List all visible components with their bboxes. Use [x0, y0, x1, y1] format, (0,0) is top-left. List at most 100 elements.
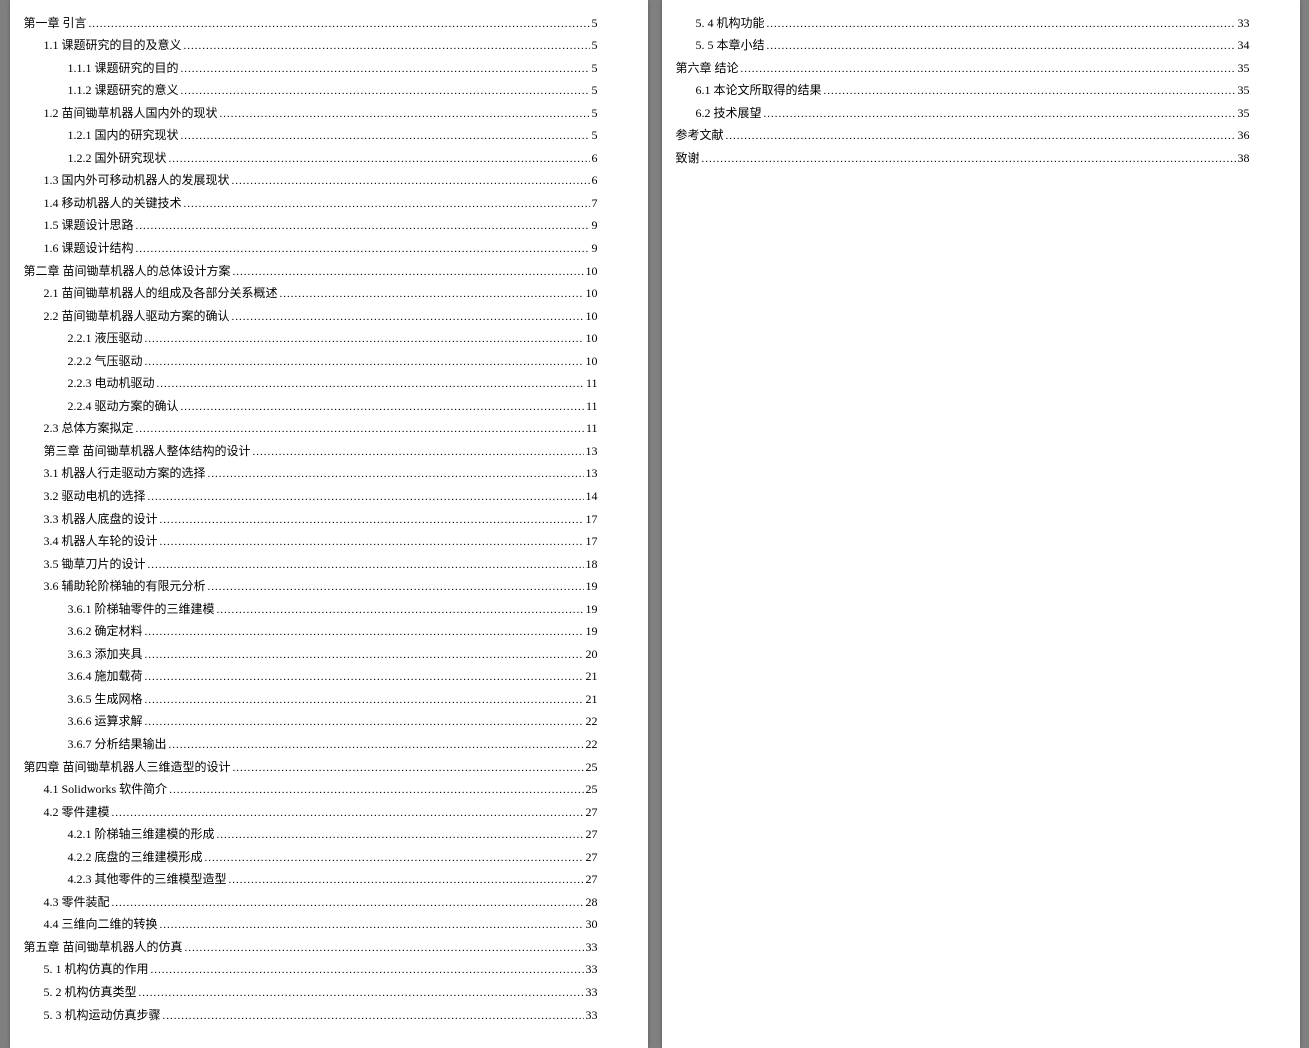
toc-page-number: 35 [1238, 104, 1250, 123]
toc-leader-dots [160, 510, 584, 529]
toc-title: 1.2.2 国外研究现状 [68, 149, 167, 168]
toc-entry: 2.3 总体方案拟定 11 [22, 419, 598, 438]
toc-leader-dots [229, 870, 584, 889]
toc-entry: 2.1 苗间锄草机器人的组成及各部分关系概述 10 [22, 284, 598, 303]
toc-leader-dots [157, 374, 584, 393]
toc-leader-dots [767, 36, 1236, 55]
toc-page-number: 38 [1238, 149, 1250, 168]
toc-page-number: 11 [586, 374, 598, 393]
toc-entry: 5. 2 机构仿真类型33 [22, 983, 598, 1002]
toc-page-number: 25 [586, 758, 598, 777]
toc-leader-dots [112, 803, 584, 822]
toc-page-number: 27 [586, 870, 598, 889]
toc-entry: 4.2 零件建模27 [22, 803, 598, 822]
toc-title: 2.2.3 电动机驱动 [68, 374, 155, 393]
toc-title: 2.1 苗间锄草机器人的组成及各部分关系概述 [44, 284, 278, 303]
toc-leader-dots [151, 960, 584, 979]
toc-page-number: 19 [586, 577, 598, 596]
toc-leader-dots [181, 59, 590, 78]
toc-entry: 第五章 苗间锄草机器人的仿真33 [22, 938, 598, 957]
toc-page-number: 33 [586, 983, 598, 1002]
toc-leader-dots [160, 532, 584, 551]
toc-entry: 3.6 辅助轮阶梯轴的有限元分析19 [22, 577, 598, 596]
toc-title: 3.6.5 生成网格 [68, 690, 143, 709]
toc-page-number: 10 [586, 307, 598, 326]
toc-entry: 4.2.3 其他零件的三维模型造型27 [22, 870, 598, 889]
toc-title: 1.1.1 课题研究的目的 [68, 59, 179, 78]
toc-entry: 1.2.1 国内的研究现状5 [22, 126, 598, 145]
toc-title: 1.2.1 国内的研究现状 [68, 126, 179, 145]
toc-entry: 第三章 苗间锄草机器人整体结构的设计13 [22, 442, 598, 461]
toc-title: 3.6.4 施加载荷 [68, 667, 143, 686]
toc-title: 3.6.6 运算求解 [68, 712, 143, 731]
toc-entry: 4.3 零件装配28 [22, 893, 598, 912]
toc-page-number: 33 [586, 960, 598, 979]
toc-title: 参考文献 [676, 126, 724, 145]
toc-page-number: 25 [586, 780, 598, 799]
toc-page-number: 18 [586, 555, 598, 574]
toc-leader-dots [824, 81, 1236, 100]
document-viewer: 第一章 引言51.1 课题研究的目的及意义51.1.1 课题研究的目的51.1.… [0, 0, 1309, 1048]
toc-title: 1.6 课题设计结构 [44, 239, 134, 258]
toc-title: 4.4 三维向二维的转换 [44, 915, 158, 934]
toc-entry: 1.6 课题设计结构9 [22, 239, 598, 258]
toc-title: 4.2 零件建模 [44, 803, 110, 822]
toc-title: 3.4 机器人车轮的设计 [44, 532, 158, 551]
toc-leader-dots [726, 126, 1236, 145]
toc-leader-dots [160, 915, 584, 934]
toc-page-number: 20 [586, 645, 598, 664]
toc-leader-dots [217, 825, 584, 844]
toc-entry: 参考文献36 [674, 126, 1250, 145]
toc-page-number: 35 [1238, 81, 1250, 100]
toc-leader-dots [280, 284, 584, 303]
toc-title: 6.2 技术展望 [696, 104, 762, 123]
toc-entry: 第六章 结论35 [674, 59, 1250, 78]
toc-page-number: 7 [592, 194, 598, 213]
toc-title: 1.3 国内外可移动机器人的发展现状 [44, 171, 230, 190]
toc-title: 第六章 结论 [676, 59, 739, 78]
toc-title: 2.2.1 液压驱动 [68, 329, 143, 348]
toc-entry: 4.2.1 阶梯轴三维建模的形成27 [22, 825, 598, 844]
toc-page-number: 28 [586, 893, 598, 912]
toc-page-number: 5 [592, 36, 598, 55]
toc-leader-dots [233, 262, 584, 281]
toc-leader-dots [145, 667, 584, 686]
toc-leader-dots [145, 622, 584, 641]
toc-page-number: 10 [586, 284, 598, 303]
toc-page-number: 19 [586, 622, 598, 641]
toc-title: 2.3 总体方案拟定 [44, 419, 134, 438]
toc-title: 4.2.1 阶梯轴三维建模的形成 [68, 825, 215, 844]
toc-title: 4.1 Solidworks 软件简介 [44, 780, 168, 799]
toc-title: 第三章 苗间锄草机器人整体结构的设计 [44, 442, 251, 461]
toc-entry: 2.2.2 气压驱动10 [22, 352, 598, 371]
toc-leader-dots [184, 36, 590, 55]
toc-title: 1.4 移动机器人的关键技术 [44, 194, 182, 213]
toc-title: 1.5 课题设计思路 [44, 216, 134, 235]
toc-leader-dots [89, 14, 590, 33]
toc-page-number: 33 [586, 938, 598, 957]
toc-page-number: 5 [592, 104, 598, 123]
toc-leader-dots [145, 690, 584, 709]
toc-entry: 5. 3 机构运动仿真步骤33 [22, 1006, 598, 1025]
toc-leader-dots [181, 126, 590, 145]
toc-leader-dots [112, 893, 584, 912]
toc-page-number: 14 [586, 487, 598, 506]
toc-leader-dots [181, 81, 590, 100]
toc-entry: 第二章 苗间锄草机器人的总体设计方案10 [22, 262, 598, 281]
toc-page-number: 6 [592, 171, 598, 190]
toc-title: 5. 1 机构仿真的作用 [44, 960, 149, 979]
toc-title: 5. 4 机构功能 [696, 14, 765, 33]
toc-leader-dots [767, 14, 1236, 33]
toc-page-number: 17 [586, 532, 598, 551]
toc-title: 2.2 苗间锄草机器人驱动方案的确认 [44, 307, 230, 326]
toc-title: 第一章 引言 [24, 14, 87, 33]
toc-title: 1.1.2 课题研究的意义 [68, 81, 179, 100]
toc-entry: 2.2 苗间锄草机器人驱动方案的确认 10 [22, 307, 598, 326]
toc-leader-dots [184, 194, 590, 213]
toc-entry: 致谢38 [674, 149, 1250, 168]
toc-page-number: 11 [586, 419, 598, 438]
toc-entry: 第一章 引言5 [22, 14, 598, 33]
toc-entry: 3.3 机器人底盘的设计17 [22, 510, 598, 529]
toc-leader-dots [148, 487, 584, 506]
toc-title: 3.3 机器人底盘的设计 [44, 510, 158, 529]
